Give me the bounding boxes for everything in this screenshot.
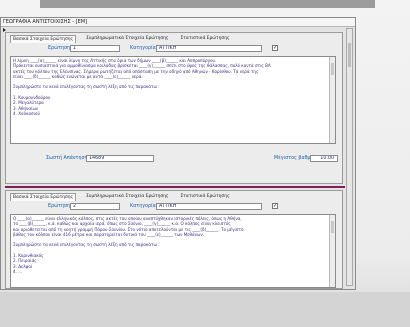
category-label-1: Κατηγορία <box>130 46 156 51</box>
question-pane-2: Βασικά Στοιχεία Ερώτησης Συμπληρωματικά … <box>5 190 343 289</box>
window-title: ΓΕΩΓΡΑΦΙΑ ΑΝΤΙΣΤΟΙΧΙΣΗΣ - [ΕΜ] <box>1 18 355 27</box>
category-label-2: Κατηγορία <box>130 204 156 209</box>
tab-basic-2[interactable]: Βασικά Στοιχεία Ερώτησης <box>10 193 77 201</box>
difficulty-field-1[interactable]: 10.00 <box>310 155 338 162</box>
active-checkbox-1[interactable]: ✓ <box>272 45 278 51</box>
tab-statistics-2[interactable]: Στατιστικά Ερώτησης <box>179 193 232 201</box>
tab-basic-1[interactable]: Βασικά Στοιχεία Ερώτησης <box>10 35 77 43</box>
monitor-bezel <box>40 0 375 8</box>
tab-strip-2: Βασικά Στοιχεία Ερώτησης Συμπληρωματικά … <box>10 193 232 201</box>
answer-field-1[interactable]: 14689 <box>86 155 154 162</box>
tab-strip-1: Βασικά Στοιχεία Ερώτησης Συμπληρωματικά … <box>10 35 232 43</box>
question-text-2[interactable]: Ο ____(α)______ είναι ελληνικός κόλπος, … <box>10 214 336 288</box>
question-pane-1: Βασικά Στοιχεία Ερώτησης Συμπληρωματικά … <box>5 32 343 184</box>
question-label-2: Ερώτηση <box>48 204 71 209</box>
text-scrollbar-2[interactable] <box>329 215 335 287</box>
record-separator <box>5 186 345 188</box>
application-window: ΓΕΩΓΡΑΦΙΑ ΑΝΤΙΣΤΟΙΧΙΣΗΣ - [ΕΜ] Βασικά Στ… <box>0 17 356 290</box>
tab-statistics-1[interactable]: Στατιστικά Ερώτησης <box>179 35 232 43</box>
form-scrollbar[interactable] <box>346 28 353 286</box>
text-scrollbar-1[interactable] <box>329 57 335 143</box>
answer-label-1: Σωστή Απάντηση <box>46 156 88 161</box>
question-number-field-1[interactable]: 1 <box>70 45 120 52</box>
active-checkbox-2[interactable]: ✓ <box>272 203 278 209</box>
desk-surface <box>0 292 410 327</box>
category-field-1[interactable]: ΑΤΤΙΚΗ <box>156 45 262 52</box>
category-field-2[interactable]: ΑΤΤΙΚΗ <box>156 203 262 210</box>
tab-supplementary-2[interactable]: Συμπληρωματικά Στοιχεία Ερώτησης <box>84 193 170 201</box>
question-label-1: Ερώτηση <box>48 46 71 51</box>
tab-supplementary-1[interactable]: Συμπληρωματικά Στοιχεία Ερώτησης <box>84 35 170 43</box>
question-text-1[interactable]: Η λίμνη ____(α)______ είναι λίμνη της Ατ… <box>10 56 336 144</box>
question-number-field-2[interactable]: 2 <box>70 203 120 210</box>
